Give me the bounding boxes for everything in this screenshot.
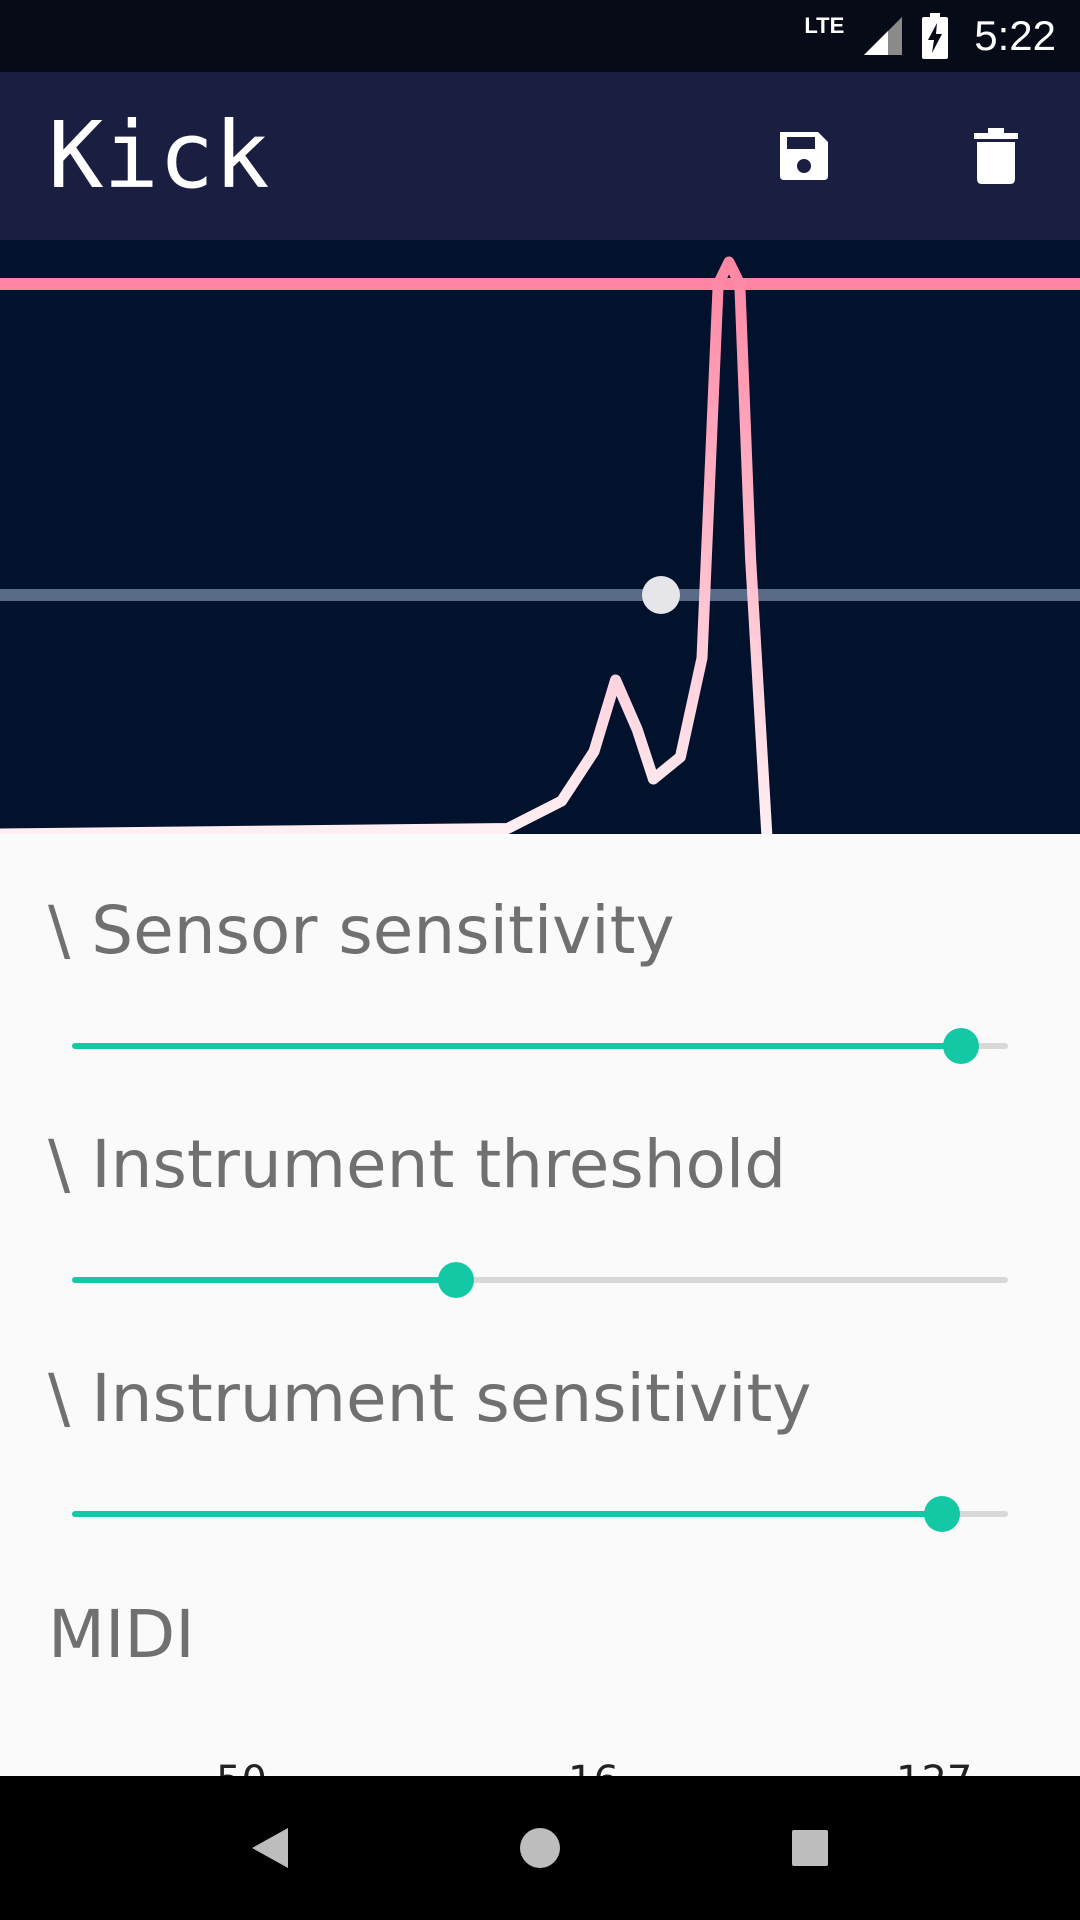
clock: 5:22 — [974, 12, 1056, 59]
save-button[interactable] — [762, 114, 846, 198]
status-icons: LTE 5:22 — [804, 0, 1056, 72]
threshold-line[interactable] — [0, 278, 1080, 290]
navigation-bar — [0, 1776, 1080, 1920]
sensor-sensitivity-slider[interactable] — [72, 1024, 1008, 1068]
lte-icon: LTE — [804, 13, 845, 38]
status-bar: LTE 5:22 — [0, 0, 1080, 72]
back-button[interactable] — [238, 1816, 302, 1880]
midi-values: 50 16 127 — [0, 1758, 1080, 1776]
midi-label: MIDI — [48, 1596, 195, 1673]
instrument-threshold-label: \ Instrument threshold — [48, 1126, 787, 1203]
signal-chart-svg — [0, 256, 1080, 834]
recents-button[interactable] — [778, 1816, 842, 1880]
signal-line — [0, 256, 773, 834]
slider-thumb[interactable] — [924, 1496, 961, 1532]
instrument-sensitivity-slider[interactable] — [72, 1492, 1008, 1536]
midline — [0, 589, 1080, 601]
recents-icon — [792, 1830, 828, 1866]
instrument-threshold-slider[interactable] — [72, 1258, 1008, 1302]
save-icon — [780, 132, 828, 180]
app-bar: Kick — [0, 72, 1080, 240]
page-title: Kick — [48, 102, 270, 209]
delete-button[interactable] — [954, 114, 1038, 198]
home-button[interactable] — [508, 1816, 572, 1880]
slider-thumb[interactable] — [943, 1028, 980, 1064]
midi-channel-value[interactable]: 16 — [568, 1758, 619, 1776]
signal-chart — [0, 240, 1080, 834]
slider-fill — [72, 1511, 943, 1517]
instrument-sensitivity-label: \ Instrument sensitivity — [48, 1360, 812, 1437]
home-icon — [520, 1828, 560, 1868]
sensor-sensitivity-label: \ Sensor sensitivity — [48, 892, 675, 969]
slider-fill — [72, 1277, 456, 1283]
signal-icon — [864, 17, 903, 55]
settings-panel: \ Sensor sensitivity \ Instrument thresh… — [0, 834, 1080, 1776]
slider-fill — [72, 1043, 962, 1049]
midline-handle[interactable] — [642, 576, 680, 614]
delete-icon — [974, 128, 1018, 184]
midi-max-value[interactable]: 127 — [896, 1758, 972, 1776]
midi-note-value[interactable]: 50 — [216, 1758, 267, 1776]
back-icon — [252, 1828, 288, 1868]
slider-thumb[interactable] — [437, 1262, 474, 1298]
battery-charging-icon — [922, 13, 949, 59]
